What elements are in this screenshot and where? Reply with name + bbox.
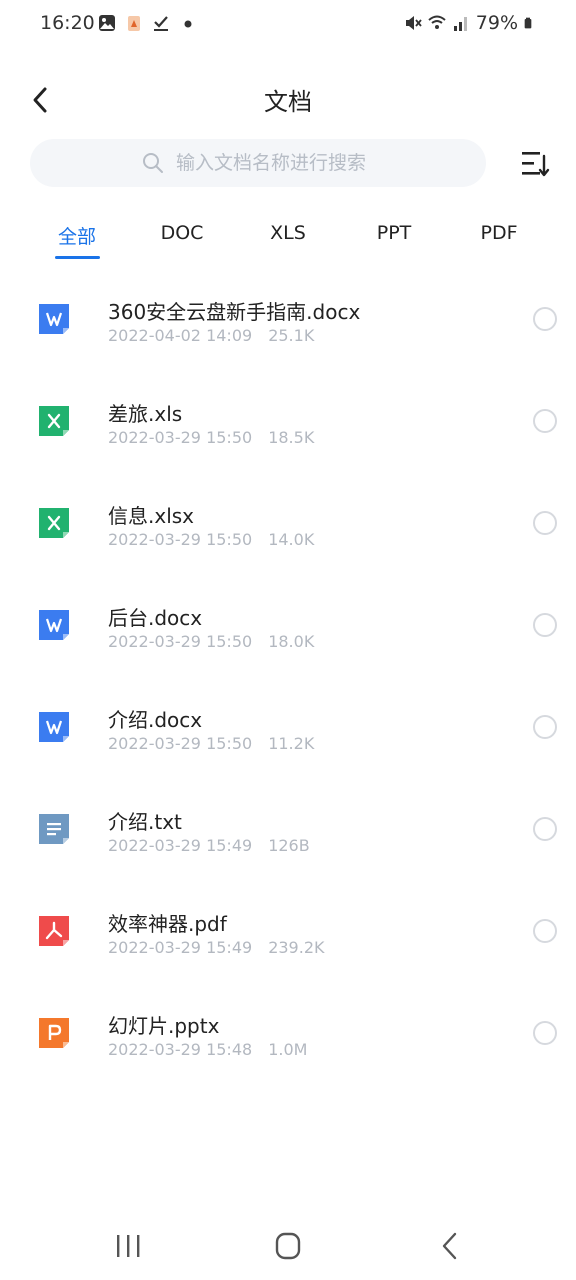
battery-percentage: 79%	[475, 12, 518, 34]
system-nav-bar	[0, 1218, 576, 1274]
select-radio[interactable]	[533, 307, 557, 331]
select-radio[interactable]	[533, 409, 557, 433]
status-time: 16:20	[40, 12, 95, 34]
select-radio[interactable]	[533, 715, 557, 739]
file-name: 360安全云盘新手指南.docx	[108, 300, 361, 324]
pdf-file-icon	[39, 916, 69, 946]
back-icon	[442, 1232, 457, 1260]
system-back-button[interactable]	[430, 1230, 470, 1262]
app-notification-icon	[128, 16, 140, 31]
file-meta: 2022-03-29 15:50 11.2K	[108, 734, 314, 753]
select-radio[interactable]	[533, 919, 557, 943]
checkmark-icon	[154, 16, 168, 31]
recent-apps-icon	[117, 1235, 140, 1257]
file-size: 18.5K	[268, 428, 315, 447]
file-date: 2022-03-29 15:48	[108, 1040, 253, 1059]
file-name: 信息.xlsx	[108, 504, 195, 528]
file-date: 2022-03-29 15:49	[108, 938, 253, 957]
select-radio[interactable]	[533, 1021, 557, 1045]
status-left-icons	[98, 14, 197, 32]
xls-file-icon	[39, 508, 69, 538]
filter-tabs: 全部 DOC XLS PPT PDF	[0, 222, 576, 262]
battery-icon	[524, 17, 532, 29]
list-item[interactable]: 差旅.xls 2022-03-29 15:50 18.5K	[0, 372, 576, 474]
tab-pdf[interactable]: PDF	[454, 222, 544, 244]
file-date: 2022-03-29 15:50	[108, 428, 253, 447]
status-right-icons: 79%	[404, 12, 536, 34]
file-date: 2022-03-29 15:50	[108, 530, 253, 549]
list-item[interactable]: 后台.docx 2022-03-29 15:50 18.0K	[0, 576, 576, 678]
xls-file-icon	[39, 406, 69, 436]
file-size: 1.0M	[268, 1040, 308, 1059]
file-name: 介绍.txt	[108, 810, 182, 834]
active-tab-indicator	[55, 256, 100, 259]
list-item[interactable]: 介绍.txt 2022-03-29 15:49 126B	[0, 780, 576, 882]
doc-file-icon	[39, 304, 69, 334]
file-meta: 2022-03-29 15:49 126B	[108, 836, 310, 855]
tab-xls[interactable]: XLS	[243, 222, 333, 244]
select-radio[interactable]	[533, 817, 557, 841]
file-meta: 2022-03-29 15:49 239.2K	[108, 938, 324, 957]
file-meta: 2022-04-02 14:09 25.1K	[108, 326, 314, 345]
select-radio[interactable]	[533, 511, 557, 535]
file-date: 2022-03-29 15:50	[108, 734, 253, 753]
file-size: 239.2K	[268, 938, 325, 957]
select-radio[interactable]	[533, 613, 557, 637]
search-icon	[143, 153, 163, 173]
file-meta: 2022-03-29 15:50 18.0K	[108, 632, 314, 651]
page-title: 文档	[264, 88, 312, 116]
file-name: 后台.docx	[108, 606, 203, 630]
file-size: 25.1K	[268, 326, 315, 345]
list-item[interactable]: 介绍.docx 2022-03-29 15:50 11.2K	[0, 678, 576, 780]
home-icon	[275, 1232, 301, 1260]
ppt-file-icon	[39, 1018, 69, 1048]
file-list: 360安全云盘新手指南.docx 2022-04-02 14:09 25.1K 差…	[0, 270, 576, 1086]
tab-all[interactable]: 全部	[32, 222, 122, 249]
file-date: 2022-03-29 15:50	[108, 632, 253, 651]
search-input[interactable]	[176, 152, 476, 174]
recent-apps-button[interactable]	[108, 1230, 148, 1262]
file-name: 效率神器.pdf	[108, 912, 227, 936]
dot-icon	[184, 20, 192, 28]
list-item[interactable]: 幻灯片.pptx 2022-03-29 15:48 1.0M	[0, 984, 576, 1086]
status-bar: 16:20 79%	[0, 0, 576, 48]
file-meta: 2022-03-29 15:50 18.5K	[108, 428, 314, 447]
file-name: 差旅.xls	[108, 402, 183, 426]
signal-icon	[453, 17, 467, 31]
mute-icon	[405, 16, 422, 30]
tab-doc[interactable]: DOC	[137, 222, 227, 244]
sort-button[interactable]	[519, 148, 551, 180]
file-size: 126B	[268, 836, 310, 855]
file-size: 14.0K	[268, 530, 315, 549]
tab-ppt[interactable]: PPT	[349, 222, 439, 244]
wifi-icon	[428, 15, 446, 29]
list-item[interactable]: 效率神器.pdf 2022-03-29 15:49 239.2K	[0, 882, 576, 984]
file-size: 11.2K	[268, 734, 315, 753]
image-icon	[99, 15, 115, 31]
file-date: 2022-03-29 15:49	[108, 836, 253, 855]
file-date: 2022-04-02 14:09	[108, 326, 253, 345]
list-item[interactable]: 信息.xlsx 2022-03-29 15:50 14.0K	[0, 474, 576, 576]
list-item[interactable]: 360安全云盘新手指南.docx 2022-04-02 14:09 25.1K	[0, 270, 576, 372]
sort-icon	[522, 152, 550, 177]
file-meta: 2022-03-29 15:50 14.0K	[108, 530, 314, 549]
home-button[interactable]	[268, 1230, 308, 1262]
file-name: 介绍.docx	[108, 708, 203, 732]
search-box[interactable]	[30, 139, 486, 187]
file-meta: 2022-03-29 15:48 1.0M	[108, 1040, 307, 1059]
file-name: 幻灯片.pptx	[108, 1014, 220, 1038]
doc-file-icon	[39, 712, 69, 742]
doc-file-icon	[39, 610, 69, 640]
file-size: 18.0K	[268, 632, 315, 651]
txt-file-icon	[39, 814, 69, 844]
